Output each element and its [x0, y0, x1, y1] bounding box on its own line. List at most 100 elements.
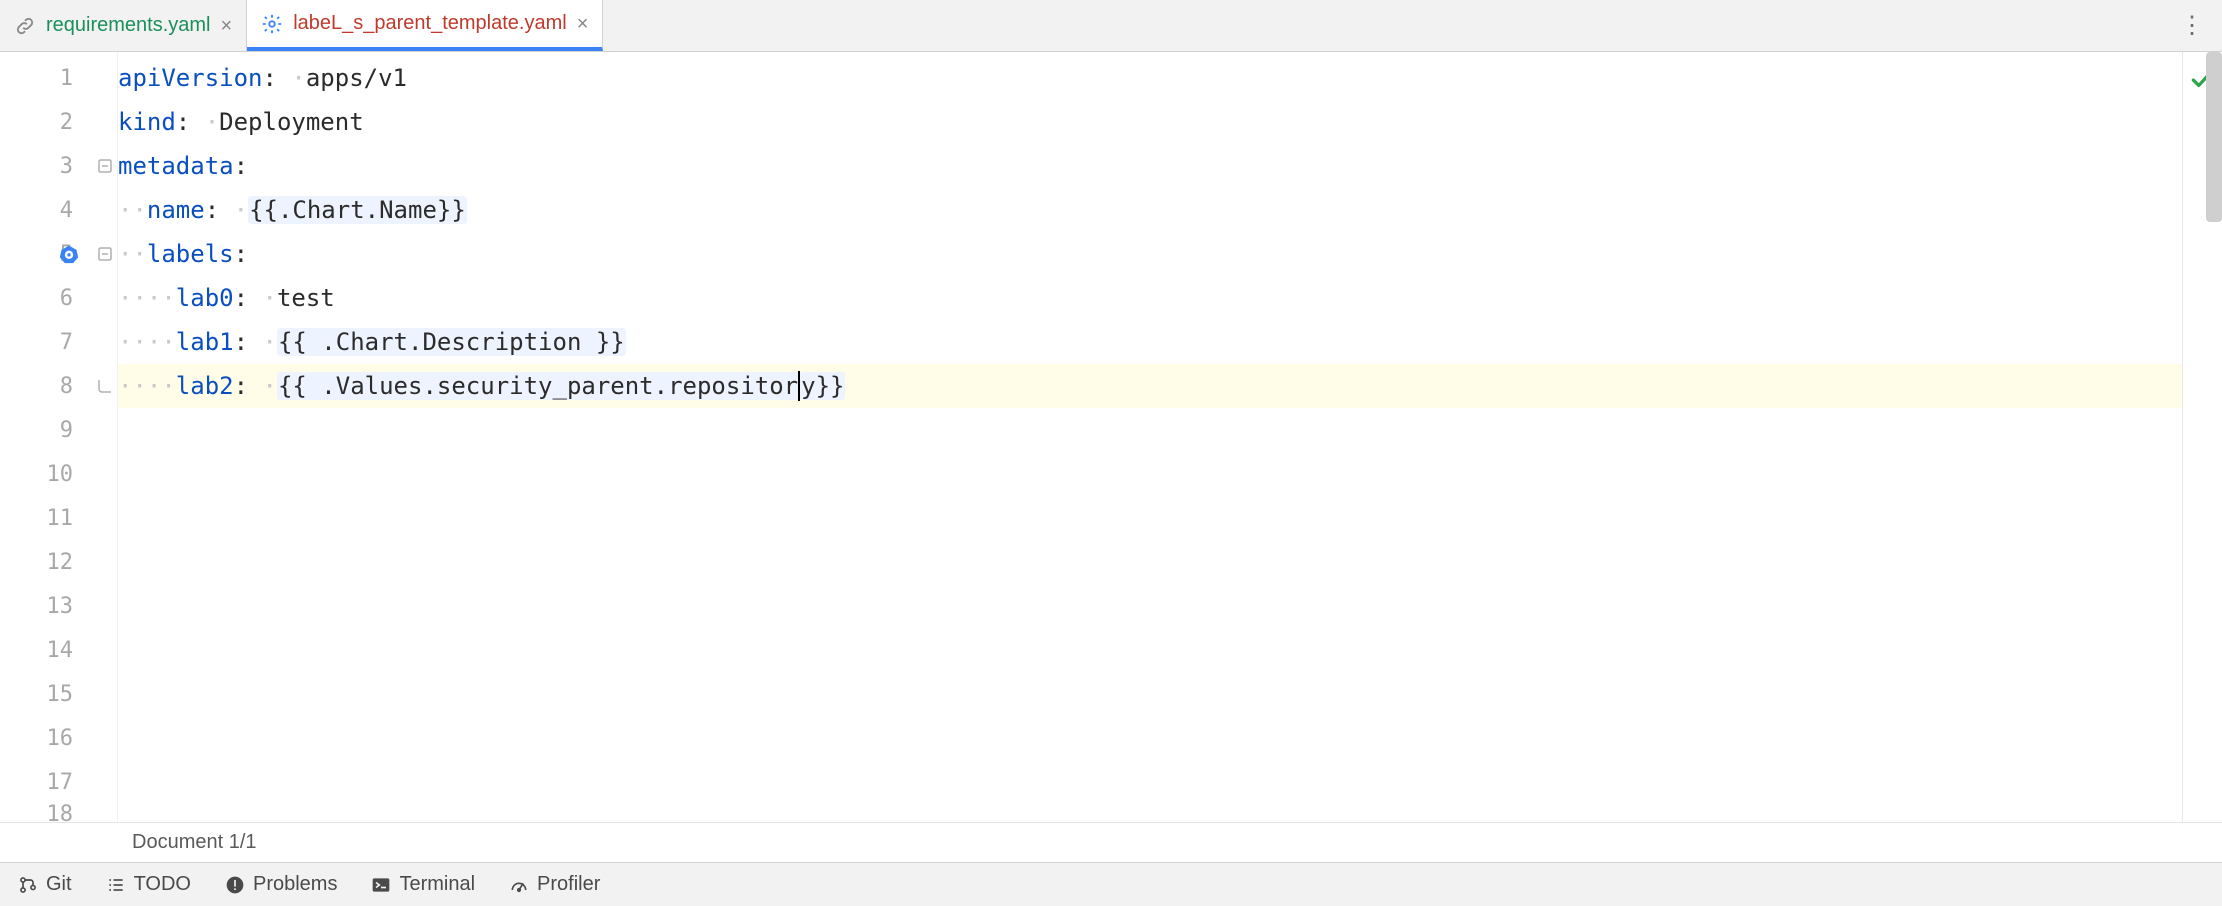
- code-line[interactable]: ····lab1: ·{{ .Chart.Description }}: [118, 320, 2182, 364]
- code-token: {{ .Values.security_parent.repositor: [277, 372, 799, 400]
- line-number: 11: [47, 506, 74, 531]
- fold-start-icon[interactable]: [93, 242, 117, 266]
- git-tool-button[interactable]: Git: [18, 873, 72, 896]
- gutter-row: 14: [0, 628, 117, 672]
- code-token: ·: [263, 328, 277, 356]
- line-number: 8: [60, 374, 73, 399]
- code-token: ·: [234, 196, 248, 224]
- code-area[interactable]: apiVersion: ·apps/v1kind: ·Deploymentmet…: [118, 52, 2182, 822]
- tab-requirements-yaml[interactable]: requirements.yaml ×: [0, 0, 247, 51]
- profiler-tool-button[interactable]: Profiler: [509, 873, 600, 896]
- gear-icon: [261, 13, 283, 35]
- line-number: 15: [47, 682, 74, 707]
- tab-bar-menu-button[interactable]: ⋮: [2162, 0, 2222, 51]
- code-line[interactable]: [118, 452, 2182, 496]
- code-token: test: [277, 284, 335, 312]
- close-icon[interactable]: ×: [577, 14, 589, 34]
- scrollbar-thumb[interactable]: [2206, 52, 2222, 222]
- code-line[interactable]: ····lab0: ·test: [118, 276, 2182, 320]
- problems-tool-button[interactable]: Problems: [225, 873, 337, 896]
- problems-label: Problems: [253, 873, 337, 896]
- tab-bar: requirements.yaml×labeL_s_parent_templat…: [0, 0, 2222, 52]
- line-number: 13: [47, 594, 74, 619]
- code-line[interactable]: ··name: ·{{.Chart.Name}}: [118, 188, 2182, 232]
- profiler-label: Profiler: [537, 873, 600, 896]
- code-line[interactable]: [118, 540, 2182, 584]
- code-line[interactable]: metadata:: [118, 144, 2182, 188]
- code-token: y}}: [800, 372, 845, 400]
- gutter-row: 6: [0, 276, 117, 320]
- code-line[interactable]: ··labels:: [118, 232, 2182, 276]
- code-token: Deployment: [219, 108, 364, 136]
- code-line[interactable]: [118, 672, 2182, 716]
- line-number: 16: [47, 726, 74, 751]
- breadcrumbs-bar: Document 1/1: [0, 822, 2222, 862]
- gutter-row: 7: [0, 320, 117, 364]
- kubernetes-icon[interactable]: [58, 243, 80, 265]
- fold-start-icon[interactable]: [93, 154, 117, 178]
- gutter-row: 3: [0, 144, 117, 188]
- line-number: 7: [60, 330, 73, 355]
- code-token: kind: [118, 108, 176, 136]
- code-token: ·: [263, 372, 277, 400]
- fold-end-icon[interactable]: [93, 374, 117, 398]
- code-token: ····: [118, 328, 176, 356]
- code-line[interactable]: [118, 760, 2182, 804]
- status-bar: Git TODO Problems Terminal Profiler: [0, 862, 2222, 906]
- code-line[interactable]: kind: ·Deployment: [118, 100, 2182, 144]
- gutter-row: 5: [0, 232, 117, 276]
- gutter-row: 15: [0, 672, 117, 716]
- code-line[interactable]: [118, 716, 2182, 760]
- code-token: ··: [118, 240, 147, 268]
- line-number: 6: [60, 286, 73, 311]
- code-line[interactable]: [118, 584, 2182, 628]
- code-token: name: [147, 196, 205, 224]
- gutter-row: 8: [0, 364, 117, 408]
- inspection-margin: [2182, 52, 2222, 822]
- code-token: :: [234, 152, 248, 180]
- editor-gutter: 123456789101112131415161718: [0, 52, 118, 822]
- line-number: 2: [60, 110, 73, 135]
- gutter-row: 11: [0, 496, 117, 540]
- line-number: 3: [60, 154, 73, 179]
- code-token: labels: [147, 240, 234, 268]
- code-line[interactable]: [118, 408, 2182, 452]
- code-token: ·: [291, 64, 305, 92]
- gutter-row: 16: [0, 716, 117, 760]
- tab-filename: requirements.yaml: [46, 14, 211, 37]
- code-token: {{ .Chart.Description }}: [277, 328, 626, 356]
- gutter-row: 10: [0, 452, 117, 496]
- code-token: ·: [205, 108, 219, 136]
- code-token: lab0: [176, 284, 234, 312]
- code-line[interactable]: [118, 496, 2182, 540]
- breadcrumb-text[interactable]: Document 1/1: [132, 831, 257, 854]
- gutter-row: 4: [0, 188, 117, 232]
- code-token: ····: [118, 372, 176, 400]
- line-number: 14: [47, 638, 74, 663]
- terminal-tool-button[interactable]: Terminal: [371, 873, 475, 896]
- editor: 123456789101112131415161718 apiVersion: …: [0, 52, 2222, 822]
- tab-label-s-parent-template-yaml[interactable]: labeL_s_parent_template.yaml×: [247, 0, 603, 51]
- todo-tool-button[interactable]: TODO: [106, 873, 191, 896]
- gutter-row: 2: [0, 100, 117, 144]
- code-line[interactable]: [118, 628, 2182, 672]
- code-token: :: [234, 328, 263, 356]
- code-token: lab2: [176, 372, 234, 400]
- line-number: 1: [60, 66, 73, 91]
- code-line[interactable]: ····lab2: ·{{ .Values.security_parent.re…: [118, 364, 2182, 408]
- code-token: apiVersion: [118, 64, 263, 92]
- gutter-row: 9: [0, 408, 117, 452]
- code-token: ·: [263, 284, 277, 312]
- terminal-label: Terminal: [399, 873, 475, 896]
- code-token: :: [234, 284, 263, 312]
- gutter-row: 13: [0, 584, 117, 628]
- gutter-row: 12: [0, 540, 117, 584]
- line-number: 4: [60, 198, 73, 223]
- close-icon[interactable]: ×: [221, 16, 233, 36]
- code-line[interactable]: apiVersion: ·apps/v1: [118, 56, 2182, 100]
- code-token: :: [234, 240, 248, 268]
- code-token: :: [176, 108, 205, 136]
- todo-label: TODO: [134, 873, 191, 896]
- line-number: 12: [47, 550, 74, 575]
- code-token: metadata: [118, 152, 234, 180]
